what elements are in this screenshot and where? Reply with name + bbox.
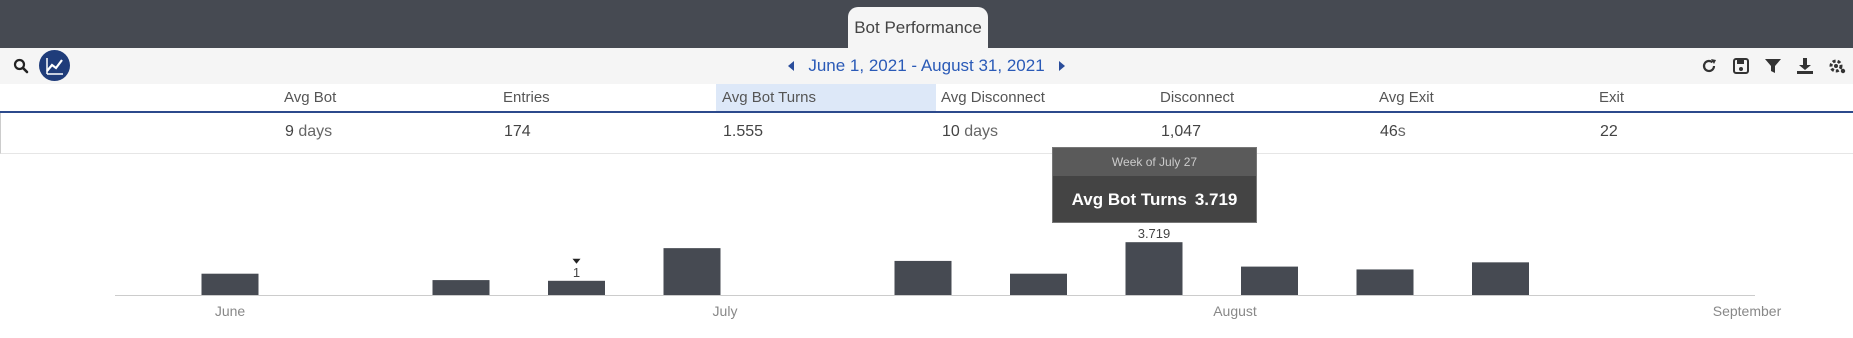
metric-number: 46 <box>1380 123 1398 140</box>
bar-chart: 1 3.719 June July August September <box>115 226 1782 319</box>
metric-unit: s <box>1397 123 1406 140</box>
refresh-icon[interactable] <box>1693 48 1725 84</box>
metric-number: 1.555 <box>723 123 764 140</box>
metric-unit: days <box>959 123 999 140</box>
metric-unit: days <box>293 123 333 140</box>
metric-number: 174 <box>504 123 531 140</box>
x-tick-label: September <box>1713 303 1782 319</box>
filter-icon[interactable] <box>1757 48 1789 84</box>
metrics-header-row: Avg Bot Entries Avg Bot Turns Avg Disconnec… <box>0 84 1853 113</box>
metric-label-avg-bot[interactable]: Avg Bot <box>278 84 498 111</box>
chart-bar[interactable] <box>201 273 259 295</box>
chart-tooltip: Week of July 27 Avg Bot Turns 3.719 <box>1052 147 1257 223</box>
date-range-nav: June 1, 2021 - August 31, 2021 <box>0 48 1853 84</box>
metric-label-avg-bot-turns[interactable]: Avg Bot Turns <box>716 84 936 111</box>
date-range-label[interactable]: June 1, 2021 - August 31, 2021 <box>808 56 1044 76</box>
metric-number: 10 <box>942 123 960 140</box>
metric-value: 9 days <box>279 123 332 141</box>
download-icon[interactable] <box>1789 48 1821 84</box>
chart-bar[interactable] <box>1010 273 1067 295</box>
x-tick-label: July <box>713 303 738 319</box>
metric-value: 174 <box>498 123 531 141</box>
save-icon[interactable] <box>1725 48 1757 84</box>
x-tick-label: August <box>1213 303 1257 319</box>
trend-chart-icon <box>45 57 63 75</box>
chart-bar[interactable] <box>894 260 952 295</box>
tooltip-metric: Avg Bot Turns <box>1071 190 1187 209</box>
search-icon[interactable] <box>12 57 30 75</box>
tooltip-title: Week of July 27 <box>1053 148 1256 176</box>
tooltip-body: Avg Bot Turns 3.719 <box>1053 176 1256 224</box>
chart-bar[interactable] <box>432 280 490 295</box>
metric-number: 22 <box>1600 123 1618 140</box>
metric-value: 46s <box>1374 123 1406 141</box>
metrics-value-row: 9 days 174 1.555 10 days 1,047 46s 22 <box>0 113 1853 154</box>
metric-value: 1,047 <box>1155 123 1201 141</box>
metric-value: 10 days <box>936 123 998 141</box>
metric-number: 1,047 <box>1161 123 1202 140</box>
x-tick-label: June <box>215 303 246 319</box>
metric-label-disconnect[interactable]: Disconnect <box>1154 84 1374 111</box>
toolbar: June 1, 2021 - August 31, 2021 <box>0 48 1853 84</box>
next-period-icon[interactable] <box>1058 61 1065 71</box>
chart-bar[interactable] <box>1241 266 1298 295</box>
metric-label-avg-disconnect[interactable]: Avg Disconnect <box>935 84 1155 111</box>
chart-bar[interactable] <box>1125 242 1183 295</box>
settings-icon[interactable] <box>1821 48 1853 84</box>
tooltip-value: 3.719 <box>1194 190 1238 209</box>
metric-label-exit[interactable]: Exit <box>1593 84 1813 111</box>
toolbar-actions <box>1693 48 1853 84</box>
metric-value: 1.555 <box>717 123 763 141</box>
metric-value: 22 <box>1594 123 1618 141</box>
chart-bar[interactable] <box>1472 262 1529 295</box>
previous-period-icon[interactable] <box>788 61 795 71</box>
metric-label-entries[interactable]: Entries <box>497 84 717 111</box>
chart-bar[interactable] <box>1356 269 1414 295</box>
data-marker-icon <box>572 258 581 264</box>
chart-bar[interactable] <box>663 248 721 295</box>
metric-label-avg-exit[interactable]: Avg Exit <box>1373 84 1593 111</box>
metric-number: 9 <box>285 123 294 140</box>
bar-data-label: 3.719 <box>1138 226 1171 241</box>
tab-bot-performance[interactable]: Bot Performance <box>848 7 988 48</box>
bar-data-label: 1 <box>573 265 580 280</box>
chart-view-button[interactable] <box>39 50 70 81</box>
chart-bar[interactable] <box>548 280 605 295</box>
top-bar: Bot Performance <box>0 0 1853 48</box>
